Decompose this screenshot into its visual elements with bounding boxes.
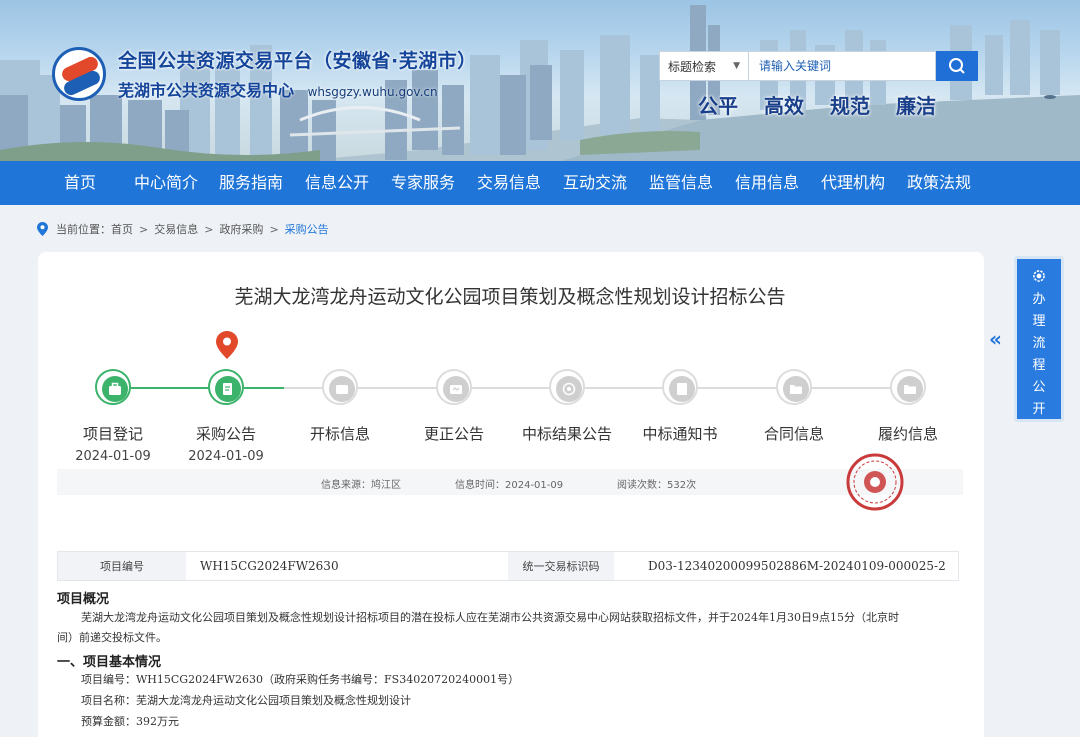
breadcrumb-separator: > xyxy=(139,222,149,236)
section1-heading: 一、项目基本情况 xyxy=(57,655,162,670)
step-date: 2024-01-09 xyxy=(75,449,151,464)
inbox-icon xyxy=(336,385,348,394)
step-node-contract-info[interactable] xyxy=(776,369,812,405)
step-node-award-result[interactable] xyxy=(549,369,585,405)
performance-folder-icon xyxy=(904,385,916,394)
search-input[interactable] xyxy=(749,51,936,81)
step-label: 开标信息 xyxy=(309,425,370,443)
slogan: 公平 xyxy=(698,94,738,118)
overview-heading: 项目概况 xyxy=(57,592,110,607)
slogan-row: 公平 高效 规范 廉洁 xyxy=(698,90,936,119)
timeline-connector xyxy=(244,387,284,389)
breadcrumb-item-gov-procurement[interactable]: 政府采购 xyxy=(219,221,263,237)
location-pin-icon xyxy=(37,222,48,236)
step-node-project-registration[interactable] xyxy=(95,369,131,405)
notice-document-icon xyxy=(677,383,687,395)
info-views: 阅读次数：532次 xyxy=(617,480,697,491)
overview-paragraph-line: 芜湖大龙湾龙舟运动文化公园项目策划及概念性规划设计招标项目的潜在投标人应在芜湖市… xyxy=(81,611,899,624)
side-panel-char: 理 xyxy=(1032,314,1046,329)
search-scope-value: 标题检索 xyxy=(668,59,717,74)
slogan: 规范 xyxy=(830,94,870,118)
side-panel-char: 程 xyxy=(1032,358,1046,373)
step-label: 采购公告 xyxy=(195,425,256,443)
chevron-down-icon: ▼ xyxy=(733,61,740,71)
briefcase-icon xyxy=(109,382,121,395)
edit-document-icon xyxy=(223,383,232,395)
step-label: 合同信息 xyxy=(763,425,824,443)
nav-item-interaction[interactable]: 互动交流 xyxy=(563,161,627,205)
search-bar: 标题检索 ▼ xyxy=(659,51,978,81)
slogan: 廉洁 xyxy=(896,94,936,118)
step-label: 履约信息 xyxy=(877,425,938,443)
project-no-label: 项目编号 xyxy=(58,552,186,580)
trade-code-value: D03-12340200099502886M-20240109-000025-2 xyxy=(648,559,946,573)
step-node-performance-info[interactable] xyxy=(890,369,926,405)
step-node-award-notification[interactable] xyxy=(662,369,698,405)
info-source: 信息来源：鸠江区 xyxy=(321,480,401,491)
current-step-marker-icon xyxy=(216,331,238,359)
section1-line: 项目编号：WH15CG2024FW2630（政府采购任务书编号：FS340207… xyxy=(81,673,520,686)
step-label: 项目登记 xyxy=(82,425,143,443)
article-title: 芜湖大龙湾龙舟运动文化公园项目策划及概念性规划设计招标公告 xyxy=(234,286,786,308)
step-label: 更正公告 xyxy=(423,425,484,443)
contract-folder-icon xyxy=(790,385,802,394)
side-panel-char: 办 xyxy=(1032,292,1046,307)
header-banner: 全国公共资源交易平台（安徽省·芜湖市） 芜湖市公共资源交易中心 whsggzy.… xyxy=(0,0,1080,161)
site-title-secondary: 芜湖市公共资源交易中心 xyxy=(118,81,295,100)
nav-item-policy[interactable]: 政策法规 xyxy=(907,161,971,205)
main-nav: 首页 中心简介 服务指南 信息公开 专家服务 交易信息 互动交流 监管信息 信用… xyxy=(0,161,1080,205)
info-time: 信息时间：2024-01-09 xyxy=(455,480,564,491)
breadcrumb-item-home[interactable]: 首页 xyxy=(111,221,133,237)
step-node-procurement-notice[interactable] xyxy=(208,369,244,405)
nav-item-trade-info[interactable]: 交易信息 xyxy=(477,161,541,205)
side-panel-char: 流 xyxy=(1032,336,1046,351)
step-label: 中标结果公告 xyxy=(521,425,612,443)
logo-emblem-icon xyxy=(52,46,106,101)
nav-item-supervision[interactable]: 监管信息 xyxy=(649,161,713,205)
nav-item-about[interactable]: 中心简介 xyxy=(134,161,198,205)
breadcrumb-prefix: 当前位置： xyxy=(56,223,111,236)
nav-item-agencies[interactable]: 代理机构 xyxy=(821,161,885,205)
site-logo[interactable]: 全国公共资源交易平台（安徽省·芜湖市） 芜湖市公共资源交易中心 whsggzy.… xyxy=(52,46,477,101)
site-domain: whsggzy.wuhu.gov.cn xyxy=(307,85,438,99)
site-title-primary: 全国公共资源交易平台（安徽省·芜湖市） xyxy=(118,50,477,72)
breadcrumb-item-current[interactable]: 采购公告 xyxy=(285,221,329,237)
slogan: 高效 xyxy=(764,94,804,118)
search-button[interactable] xyxy=(936,51,978,81)
search-scope-select[interactable]: 标题检索 ▼ xyxy=(659,51,749,81)
overview-paragraph-line: 间）前递交投标文件。 xyxy=(57,631,167,644)
nav-item-expert-service[interactable]: 专家服务 xyxy=(391,161,455,205)
timeline-connector xyxy=(130,387,212,389)
step-node-bid-opening[interactable] xyxy=(322,369,358,405)
step-label: 中标通知书 xyxy=(642,425,718,443)
step-node-correction-notice[interactable] xyxy=(436,369,472,405)
breadcrumb-separator: > xyxy=(204,222,214,236)
settings-gear-icon xyxy=(1033,270,1045,282)
step-date: 2024-01-09 xyxy=(188,449,264,464)
section1-line: 项目名称：芜湖大龙湾龙舟运动文化公园项目策划及概念性规划设计 xyxy=(81,694,411,707)
project-no-value: WH15CG2024FW2630 xyxy=(200,559,339,573)
breadcrumb-item-trade-info[interactable]: 交易信息 xyxy=(154,221,198,237)
nav-item-info-disclosure[interactable]: 信息公开 xyxy=(305,161,369,205)
nav-item-credit[interactable]: 信用信息 xyxy=(735,161,799,205)
breadcrumb: 当前位置： 首页 > 交易信息 > 政府采购 > 采购公告 xyxy=(37,221,329,237)
target-icon xyxy=(562,382,576,396)
project-info-table: 项目编号 WH15CG2024FW2630 统一交易标识码 D03-123402… xyxy=(57,551,959,581)
process-disclosure-panel[interactable]: 办 理 流 程 公 开 xyxy=(1014,256,1064,422)
article-meta-bar: 信息来源：鸠江区 信息时间：2024-01-09 阅读次数：532次 xyxy=(57,469,963,495)
section1-line: 预算金额：392万元 xyxy=(81,715,179,728)
side-panel-char: 公 xyxy=(1032,380,1046,395)
trade-code-label: 统一交易标识码 xyxy=(508,552,614,580)
collapse-chevron-icon[interactable]: « xyxy=(989,327,1002,351)
official-seal-stamp-icon xyxy=(846,453,904,511)
side-panel-char: 开 xyxy=(1032,402,1046,417)
nav-item-home[interactable]: 首页 xyxy=(64,161,96,205)
nav-item-service-guide[interactable]: 服务指南 xyxy=(219,161,283,205)
search-icon xyxy=(949,58,965,74)
correction-icon xyxy=(450,385,462,394)
breadcrumb-separator: > xyxy=(269,222,279,236)
